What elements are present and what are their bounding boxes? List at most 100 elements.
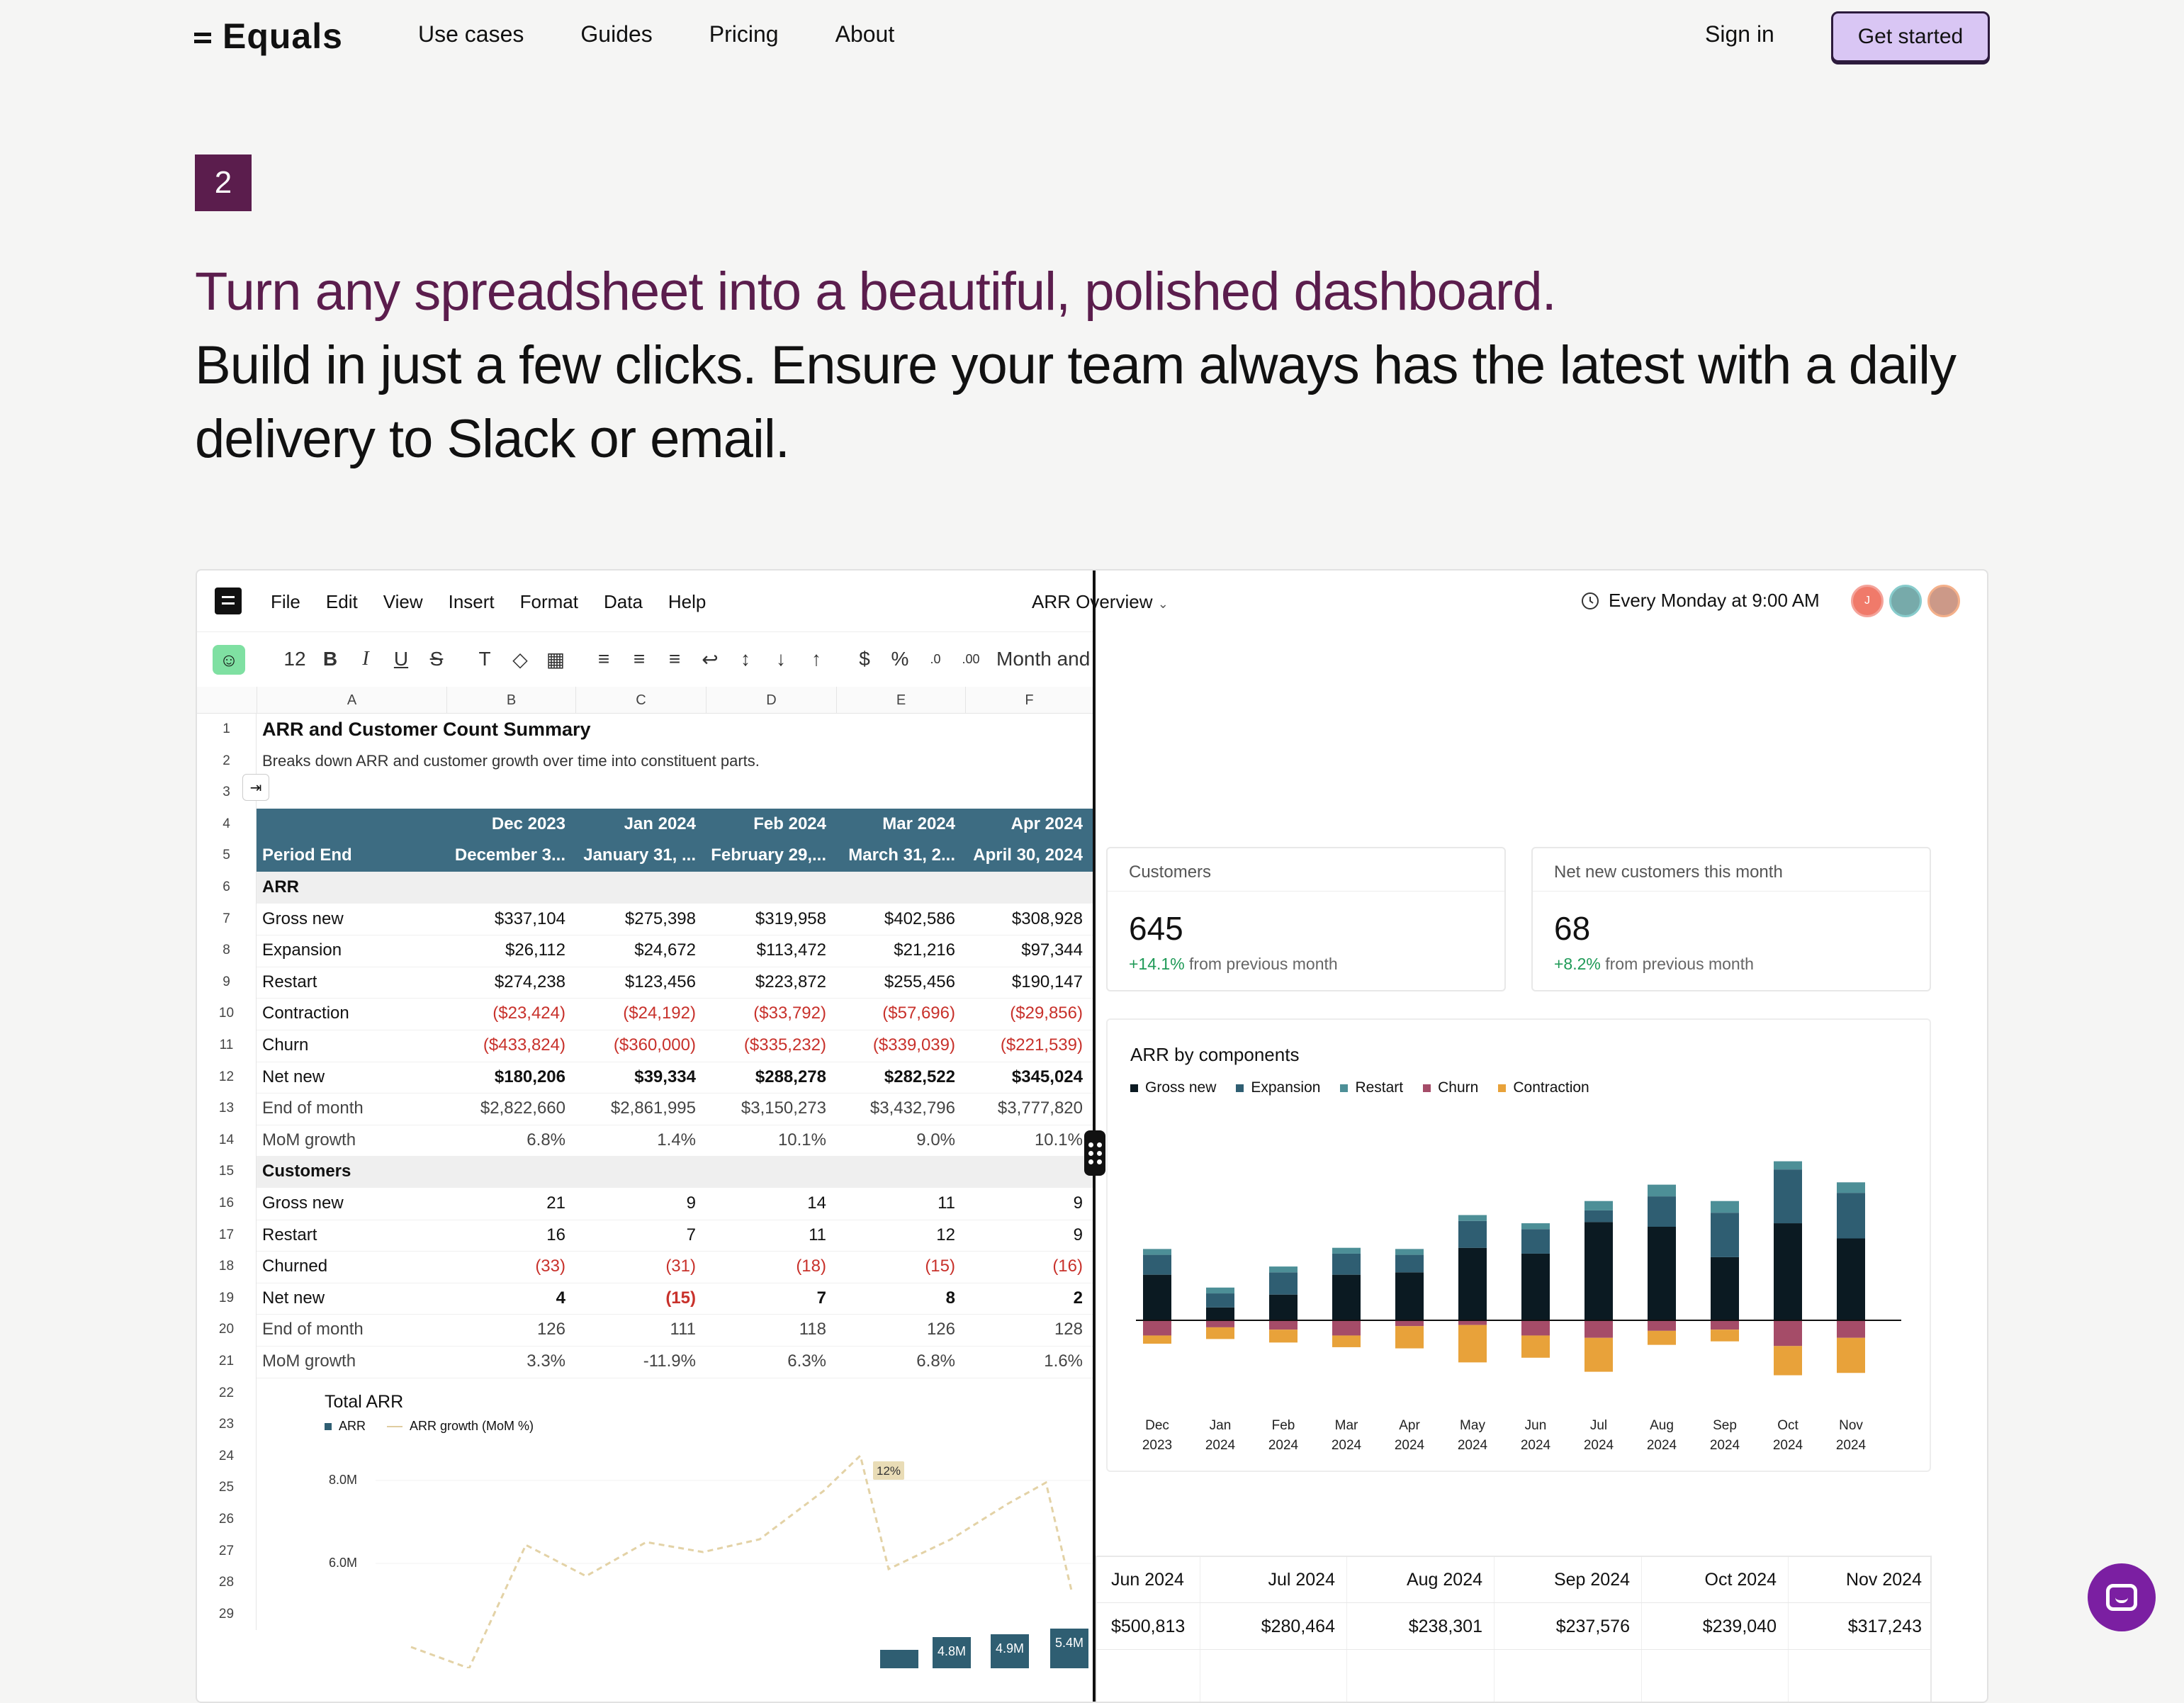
sheet-cell[interactable]: End of month bbox=[262, 1093, 439, 1125]
row-header[interactable]: 15 bbox=[197, 1156, 257, 1188]
column-header-a[interactable]: A bbox=[257, 687, 446, 714]
row-header[interactable]: 20 bbox=[197, 1314, 257, 1346]
sheet-cell[interactable]: (15) bbox=[836, 1251, 955, 1283]
row-header[interactable]: 12 bbox=[197, 1061, 257, 1094]
schedule-button[interactable]: Every Monday at 9:00 AM bbox=[1580, 590, 1820, 612]
menu-file[interactable]: File bbox=[271, 591, 300, 613]
sheet-cell[interactable]: Customers bbox=[262, 1156, 475, 1188]
bold-icon[interactable]: B bbox=[316, 645, 344, 673]
sheet-cell[interactable]: Feb 2024 bbox=[706, 809, 826, 841]
borders-icon[interactable]: ▦ bbox=[541, 645, 570, 673]
row-header[interactable]: 1 bbox=[197, 714, 257, 746]
sheet-cell[interactable]: 126 bbox=[836, 1314, 955, 1346]
avatar[interactable]: J bbox=[1851, 585, 1884, 617]
sign-in-link[interactable]: Sign in bbox=[1705, 21, 1774, 47]
sheet-cell[interactable]: End of month bbox=[262, 1314, 439, 1346]
row-header[interactable]: 17 bbox=[197, 1219, 257, 1252]
sheet-cell[interactable]: $39,334 bbox=[575, 1062, 696, 1094]
sheet-cell[interactable]: $274,238 bbox=[446, 967, 565, 999]
sheet-cell[interactable]: (31) bbox=[575, 1251, 696, 1283]
avatar[interactable] bbox=[1889, 585, 1922, 617]
row-header[interactable]: 29 bbox=[197, 1598, 257, 1631]
sheet-cell[interactable]: Jan 2024 bbox=[575, 809, 696, 841]
sheet-cell[interactable]: ($360,000) bbox=[575, 1030, 696, 1062]
sheet-cell[interactable]: Net new bbox=[262, 1062, 439, 1094]
sheet-cell[interactable]: March 31, 2... bbox=[815, 840, 955, 872]
align-right-icon[interactable]: ≡ bbox=[660, 645, 689, 673]
row-header[interactable]: 13 bbox=[197, 1093, 257, 1125]
sheet-cell[interactable]: Gross new bbox=[262, 1188, 439, 1220]
row-header[interactable]: 14 bbox=[197, 1124, 257, 1157]
sheet-cell[interactable]: $2,861,995 bbox=[575, 1093, 696, 1125]
row-header[interactable]: 4 bbox=[197, 808, 257, 841]
sheet-cell[interactable]: -11.9% bbox=[575, 1346, 696, 1378]
row-header[interactable]: 16 bbox=[197, 1188, 257, 1220]
sheet-cell[interactable]: 14 bbox=[706, 1188, 826, 1220]
row-header[interactable]: 23 bbox=[197, 1409, 257, 1441]
sheet-cell[interactable]: Restart bbox=[262, 967, 439, 999]
row-header[interactable]: 22 bbox=[197, 1377, 257, 1410]
sheet-cell[interactable]: 12 bbox=[836, 1220, 955, 1252]
sheet-cell[interactable]: ARR and Customer Count Summary bbox=[262, 714, 1042, 746]
row-header[interactable]: 27 bbox=[197, 1535, 257, 1568]
row-header[interactable]: 18 bbox=[197, 1251, 257, 1283]
percent-icon[interactable]: % bbox=[886, 645, 914, 673]
sheet-cell[interactable]: 9 bbox=[965, 1220, 1083, 1252]
sheet-cell[interactable]: $97,344 bbox=[965, 935, 1083, 967]
sheet-cell[interactable]: 1.4% bbox=[575, 1125, 696, 1157]
spreadsheet-grid[interactable]: ABCDEF 1 2 3 4 5 6 7 8 9 10 11 12 13 14 15 16 17 18 19 20 21… bbox=[197, 687, 1093, 1702]
sheet-cell[interactable]: $402,586 bbox=[836, 904, 955, 935]
sheet-cell[interactable]: $113,472 bbox=[706, 935, 826, 967]
sheet-cell[interactable]: $123,456 bbox=[575, 967, 696, 999]
column-header-c[interactable]: C bbox=[575, 687, 706, 714]
row-header[interactable]: 5 bbox=[197, 840, 257, 872]
sheet-cell[interactable]: 126 bbox=[446, 1314, 565, 1346]
sheet-cell[interactable]: Net new bbox=[262, 1283, 439, 1315]
row-header[interactable]: 21 bbox=[197, 1346, 257, 1378]
menu-view[interactable]: View bbox=[383, 591, 423, 613]
sheet-cell[interactable]: $2,822,660 bbox=[446, 1093, 565, 1125]
sheet-cell[interactable]: ($57,696) bbox=[836, 998, 955, 1030]
sheet-cell[interactable]: (33) bbox=[446, 1251, 565, 1283]
column-header-e[interactable]: E bbox=[836, 687, 965, 714]
currency-icon[interactable]: $ bbox=[850, 645, 879, 673]
fill-color-icon[interactable]: ◇ bbox=[506, 645, 534, 673]
sheet-cell[interactable]: $223,872 bbox=[706, 967, 826, 999]
sheet-cell[interactable]: ($433,824) bbox=[446, 1030, 565, 1062]
sheet-cell[interactable]: $319,958 bbox=[706, 904, 826, 935]
sheet-cell[interactable]: $24,672 bbox=[575, 935, 696, 967]
app-logo-icon[interactable] bbox=[215, 588, 242, 614]
sheet-cell[interactable]: $255,456 bbox=[836, 967, 955, 999]
sheet-cell[interactable]: ($339,039) bbox=[836, 1030, 955, 1062]
sheet-cell[interactable]: (16) bbox=[965, 1251, 1083, 1283]
sheet-cell[interactable]: Mar 2024 bbox=[836, 809, 955, 841]
italic-icon[interactable]: I bbox=[351, 645, 380, 673]
sheet-cell[interactable]: 6.3% bbox=[706, 1346, 826, 1378]
decrease-decimal-icon[interactable]: .0 bbox=[921, 645, 950, 673]
sheet-cell[interactable]: $345,024 bbox=[965, 1062, 1083, 1094]
align-center-icon[interactable]: ≡ bbox=[625, 645, 653, 673]
sheet-cell[interactable]: (15) bbox=[575, 1283, 696, 1315]
chat-launcher-button[interactable] bbox=[2088, 1563, 2156, 1631]
column-header-d[interactable]: D bbox=[706, 687, 836, 714]
sheet-cell[interactable]: 11 bbox=[836, 1188, 955, 1220]
sheet-cell[interactable]: ARR bbox=[262, 872, 475, 904]
sheet-cell[interactable]: Period End bbox=[262, 840, 439, 872]
sheet-cell[interactable]: 11 bbox=[706, 1220, 826, 1252]
sheet-cell[interactable]: 7 bbox=[575, 1220, 696, 1252]
sheet-cell[interactable]: January 31, ... bbox=[554, 840, 696, 872]
sheet-cell[interactable]: Gross new bbox=[262, 904, 439, 935]
sheet-cell[interactable]: Dec 2023 bbox=[446, 809, 565, 841]
font-size-select[interactable]: 12 bbox=[281, 645, 309, 673]
equals-logo[interactable]: Equals bbox=[194, 16, 343, 57]
strikethrough-icon[interactable]: S bbox=[422, 645, 451, 673]
nav-link-pricing[interactable]: Pricing bbox=[709, 21, 779, 47]
sheet-cell[interactable]: ($335,232) bbox=[706, 1030, 826, 1062]
sheet-cell[interactable]: $190,147 bbox=[965, 967, 1083, 999]
sheet-cell[interactable]: 9.0% bbox=[836, 1125, 955, 1157]
sheet-cell[interactable]: ($221,539) bbox=[965, 1030, 1083, 1062]
sheet-cell[interactable]: $180,206 bbox=[446, 1062, 565, 1094]
sheet-cell[interactable]: 7 bbox=[706, 1283, 826, 1315]
row-header[interactable]: 8 bbox=[197, 935, 257, 967]
sheet-cell[interactable]: $26,112 bbox=[446, 935, 565, 967]
